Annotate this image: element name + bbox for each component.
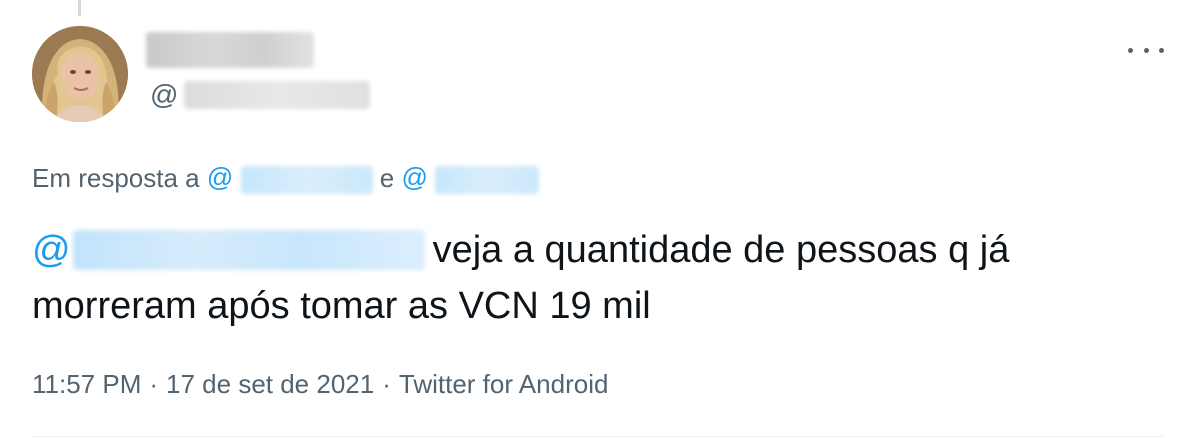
username[interactable]: @ [150, 78, 371, 112]
avatar[interactable] [32, 26, 128, 122]
username-redacted [184, 81, 371, 109]
username-at-sign: @ [150, 79, 179, 110]
reply-mention-1[interactable]: @ [206, 162, 373, 194]
tweet-mention-at: @ [32, 229, 71, 271]
reply-context: Em resposta a @ e @ [32, 158, 540, 198]
thread-connector-line [78, 0, 81, 16]
divider [32, 436, 1164, 437]
reply-mention-2[interactable]: @ [401, 162, 540, 194]
tweet-date[interactable]: 17 de set de 2021 [166, 369, 374, 400]
reply-connector: e [379, 162, 395, 193]
more-dot [1143, 47, 1149, 53]
more-dot [1128, 47, 1133, 53]
display-name-redacted[interactable] [146, 32, 314, 68]
more-options-button[interactable] [1128, 38, 1164, 62]
tweet-mention[interactable]: @ [32, 222, 71, 278]
more-dot [1159, 47, 1164, 53]
tweet-mention-redacted[interactable] [72, 230, 425, 270]
tweet-text-part-1: veja a quantidade de pessoas q já [432, 229, 1010, 271]
tweet-text-line-2: morreram após tomar as VCN 19 mil [32, 285, 651, 327]
meta-separator: · [149, 368, 159, 399]
reply-mention-2-at: @ [401, 162, 428, 193]
tweet-text: @ veja a quantidade de pessoas q já morr… [32, 222, 1152, 334]
avatar-image [32, 26, 128, 122]
reply-mention-1-at: @ [206, 162, 234, 193]
tweet-text-line-1: @ veja a quantidade de pessoas q já [32, 222, 1152, 278]
tweet-source[interactable]: Twitter for Android [399, 369, 609, 400]
reply-mention-1-redacted [240, 165, 373, 194]
meta-separator: · [382, 368, 391, 399]
tweet-metadata: 11:57 PM · 17 de set de 2021 · Twitter f… [32, 362, 608, 406]
tweet-time[interactable]: 11:57 PM [32, 369, 141, 400]
reply-prefix: Em resposta a [32, 162, 200, 193]
reply-mention-2-redacted [435, 165, 540, 194]
